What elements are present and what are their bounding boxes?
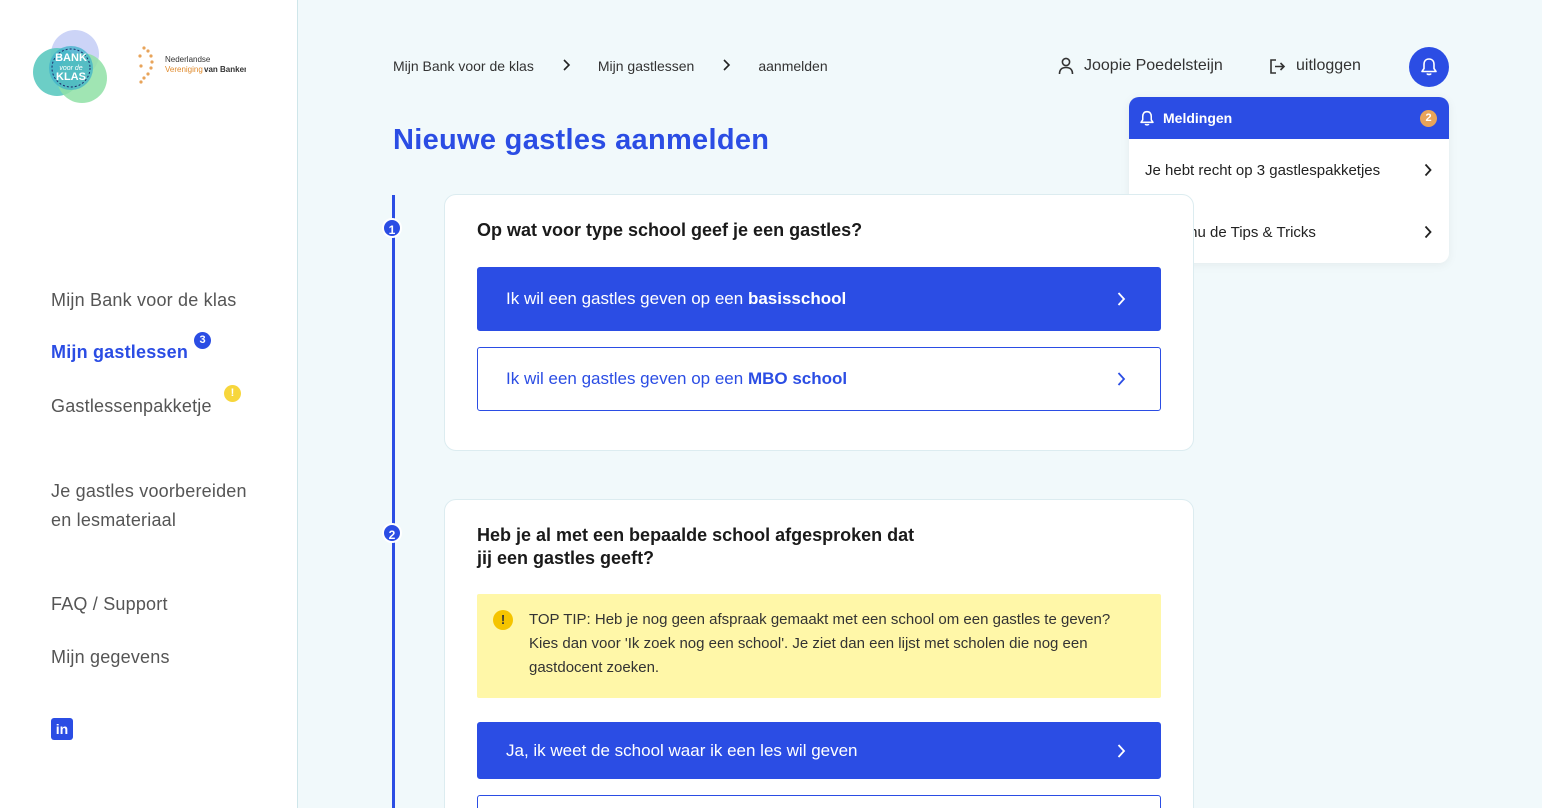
sidebar-item-mijn-gegevens[interactable]: Mijn gegevens	[51, 647, 170, 668]
step-1-question: Op wat voor type school geef je een gast…	[477, 220, 863, 240]
breadcrumb-item-gastlessen[interactable]: Mijn gastlessen	[598, 58, 695, 74]
notifications-header: Meldingen 2	[1129, 97, 1449, 139]
notification-text: Je hebt recht op 3 gastlespakketjes	[1145, 161, 1381, 179]
known-school-option-button[interactable]: Ja, ik weet de school waar ik een les wi…	[477, 722, 1161, 779]
step-2-question-line-2: jij een gastles geeft?	[477, 548, 655, 568]
bell-icon	[1421, 58, 1437, 76]
user-profile-link[interactable]: Joopie Poedelsteijn	[1058, 57, 1223, 75]
basisschool-option-button[interactable]: Ik wil een gastles geven op een basissch…	[477, 267, 1161, 331]
breadcrumb: Mijn Bank voor de klas Mijn gastlessen a…	[393, 58, 828, 74]
chevron-right-icon	[534, 58, 598, 74]
sidebar-item-label: Mijn gastlessen	[51, 342, 189, 362]
user-name: Joopie Poedelsteijn	[1084, 57, 1223, 74]
step-progress-line	[392, 195, 395, 808]
option-label-prefix: Ik wil een gastles geven op een	[506, 369, 748, 388]
top-tip-box: ! TOP TIP: Heb je nog geen afspraak gema…	[477, 594, 1161, 698]
linkedin-icon[interactable]: in	[51, 718, 73, 740]
nvb-logo-text-3: van Banken	[204, 65, 246, 74]
chevron-right-icon	[1117, 372, 1126, 386]
notifications-title: Meldingen	[1163, 110, 1233, 126]
sidebar-item-mijn-bank-voor-de-klas[interactable]: Mijn Bank voor de klas	[51, 290, 236, 311]
option-label: Ik wil een gastles geven op een basissch…	[506, 289, 846, 309]
warning-badge: !	[224, 385, 241, 402]
nvb-logo-text-1: Nederlandse	[165, 55, 211, 64]
sidebar-item-voorbereiden[interactable]: Je gastles voorbereiden en lesmateriaal	[51, 477, 271, 535]
bvk-logo-text-3: KLAS	[56, 71, 86, 83]
option-label-bold: MBO school	[747, 369, 848, 388]
chevron-right-icon	[1424, 163, 1432, 177]
chevron-right-icon	[1424, 225, 1432, 239]
bell-icon	[1140, 110, 1154, 126]
step-2-question: Heb je al met een bepaalde school afgesp…	[477, 524, 914, 570]
step-2-card: Heb je al met een bepaalde school afgesp…	[444, 499, 1194, 808]
sidebar-item-gastlessenpakketje[interactable]: Gastlessenpakketje	[51, 396, 212, 417]
sidebar-item-faq-support[interactable]: FAQ / Support	[51, 594, 168, 615]
user-icon	[1058, 57, 1074, 75]
step-number-2: 2	[382, 523, 402, 543]
option-label: Ik wil een gastles geven op een MBO scho…	[506, 369, 847, 389]
step-2-question-line-1: Heb je al met een bepaalde school afgesp…	[477, 525, 915, 545]
option-label: Ja, ik weet de school waar ik een les wi…	[506, 740, 858, 760]
nvb-logo[interactable]: Nederlandse Vereniging van Banken	[138, 42, 246, 90]
step-1-card: Op wat voor type school geef je een gast…	[444, 194, 1194, 451]
page-title: Nieuwe gastles aanmelden	[393, 124, 770, 156]
mbo-school-option-button[interactable]: Ik wil een gastles geven op een MBO scho…	[477, 347, 1161, 411]
logout-button[interactable]: uitloggen	[1269, 57, 1361, 75]
breadcrumb-item-current: aanmelden	[758, 58, 828, 74]
logout-icon	[1270, 58, 1286, 74]
breadcrumb-item-home[interactable]: Mijn Bank voor de klas	[393, 58, 534, 74]
warning-icon: !	[493, 610, 513, 630]
bvk-logo-text-1: BANK	[55, 52, 87, 64]
step-number-1: 1	[382, 218, 402, 238]
sidebar: BANK voor de KLAS Nederlandse Vereniging…	[0, 0, 298, 808]
top-tip-text: TOP TIP: Heb je nog geen afspraak gemaak…	[529, 611, 1111, 676]
gastlessen-count-badge: 3	[194, 332, 211, 349]
nvb-logo-text-2: Vereniging	[165, 65, 203, 74]
notification-item[interactable]: Je hebt recht op 3 gastlespakketjes	[1129, 139, 1449, 201]
chevron-right-icon	[694, 58, 758, 74]
chevron-right-icon	[1117, 743, 1126, 758]
option-label-bold: basisschool	[747, 289, 847, 308]
notifications-button[interactable]	[1409, 47, 1449, 87]
option-label-prefix: Ik wil een gastles geven op een	[506, 289, 748, 308]
chevron-right-icon	[1117, 292, 1126, 306]
notifications-count-badge: 2	[1420, 109, 1437, 127]
sidebar-item-mijn-gastlessen[interactable]: Mijn gastlessen	[51, 342, 188, 363]
find-school-option-button[interactable]	[477, 795, 1161, 808]
bank-voor-de-klas-logo[interactable]: BANK voor de KLAS	[32, 28, 110, 106]
logout-label: uitloggen	[1296, 57, 1361, 74]
